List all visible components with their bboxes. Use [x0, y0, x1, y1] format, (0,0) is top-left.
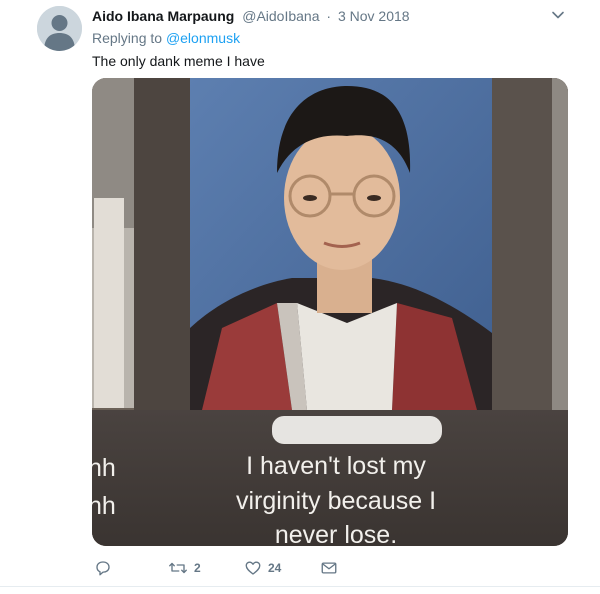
like-count: 24 [268, 561, 282, 575]
replying-to: Replying to @elonmusk [92, 29, 240, 47]
tweet-photo[interactable]: I haven't lost my virginity because I ne… [92, 78, 568, 546]
like-button[interactable]: 24 [244, 558, 281, 578]
reply-icon [96, 561, 110, 576]
tweet-header: Aido Ibana Marpaung @AidoIbana · 3 Nov 2… [92, 7, 410, 25]
tweet-text: The only dank meme I have [92, 53, 265, 69]
caption-line-2: virginity because I [236, 487, 436, 515]
heart-icon [245, 561, 261, 575]
reply-button[interactable] [94, 558, 112, 578]
caption-line-3: never lose. [275, 521, 397, 546]
tweet-date[interactable]: 3 Nov 2018 [338, 8, 410, 24]
retweet-icon [169, 562, 187, 574]
caption-line-1: I haven't lost my [246, 452, 426, 480]
display-name[interactable]: Aido Ibana Marpaung [92, 8, 234, 24]
replying-prefix: Replying to [92, 30, 163, 46]
user-handle[interactable]: @AidoIbana [242, 8, 319, 24]
left-edge-text-1: hh [92, 454, 116, 482]
retweet-button[interactable]: 2 [168, 558, 201, 578]
default-avatar-icon [37, 6, 82, 51]
avatar[interactable] [37, 6, 82, 51]
envelope-icon [321, 562, 337, 574]
replying-to-link[interactable]: @elonmusk [166, 30, 240, 46]
direct-message-button[interactable] [320, 558, 338, 578]
separator-dot: · [326, 8, 332, 24]
retweet-count: 2 [194, 561, 201, 575]
left-edge-text-2: hh [92, 492, 116, 520]
tweet-actions: 2 24 [92, 558, 568, 578]
chevron-down-icon[interactable] [551, 8, 565, 22]
tweet-divider [0, 586, 600, 587]
tweet: Aido Ibana Marpaung @AidoIbana · 3 Nov 2… [0, 0, 600, 594]
yearbook-photo-image: I haven't lost my virginity because I ne… [92, 78, 568, 546]
